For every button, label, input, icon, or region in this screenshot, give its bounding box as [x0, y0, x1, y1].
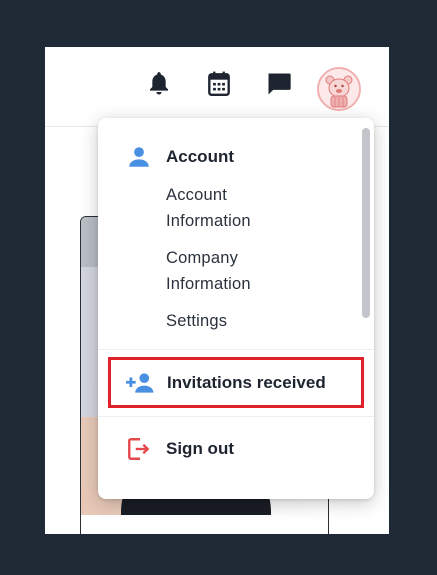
sign-out-label: Sign out	[166, 439, 234, 458]
chat-icon[interactable]	[264, 69, 294, 99]
account-dropdown-menu: Account Account Information Company Info…	[98, 118, 374, 499]
sign-out-icon	[128, 438, 150, 460]
calendar-icon[interactable]	[204, 69, 234, 99]
menu-item-label-line1: Settings	[166, 312, 228, 330]
menu-item-account-information[interactable]: Account Information	[166, 182, 251, 234]
person-add-icon	[126, 372, 154, 393]
bell-icon[interactable]	[144, 69, 174, 99]
menu-item-settings[interactable]: Settings	[166, 308, 227, 334]
menu-item-company-information[interactable]: Company Information	[166, 245, 251, 297]
scrollbar[interactable]	[362, 128, 370, 318]
menu-divider	[98, 349, 374, 350]
bear-avatar-icon	[319, 69, 359, 109]
menu-item-label-line2: Information	[166, 212, 251, 230]
person-icon	[129, 147, 149, 167]
account-header: Account	[126, 144, 234, 170]
menu-item-invitations-received[interactable]: Invitations received	[108, 357, 364, 408]
avatar[interactable]	[317, 67, 361, 111]
menu-item-label-line1: Account	[166, 186, 228, 204]
account-header-label: Account	[166, 147, 234, 166]
invitations-label: Invitations received	[167, 372, 326, 392]
menu-item-sign-out[interactable]: Sign out	[126, 436, 234, 462]
menu-item-label-line1: Company	[166, 249, 239, 267]
top-bar	[45, 47, 389, 127]
menu-item-label-line2: Information	[166, 275, 251, 293]
menu-divider	[98, 416, 374, 417]
